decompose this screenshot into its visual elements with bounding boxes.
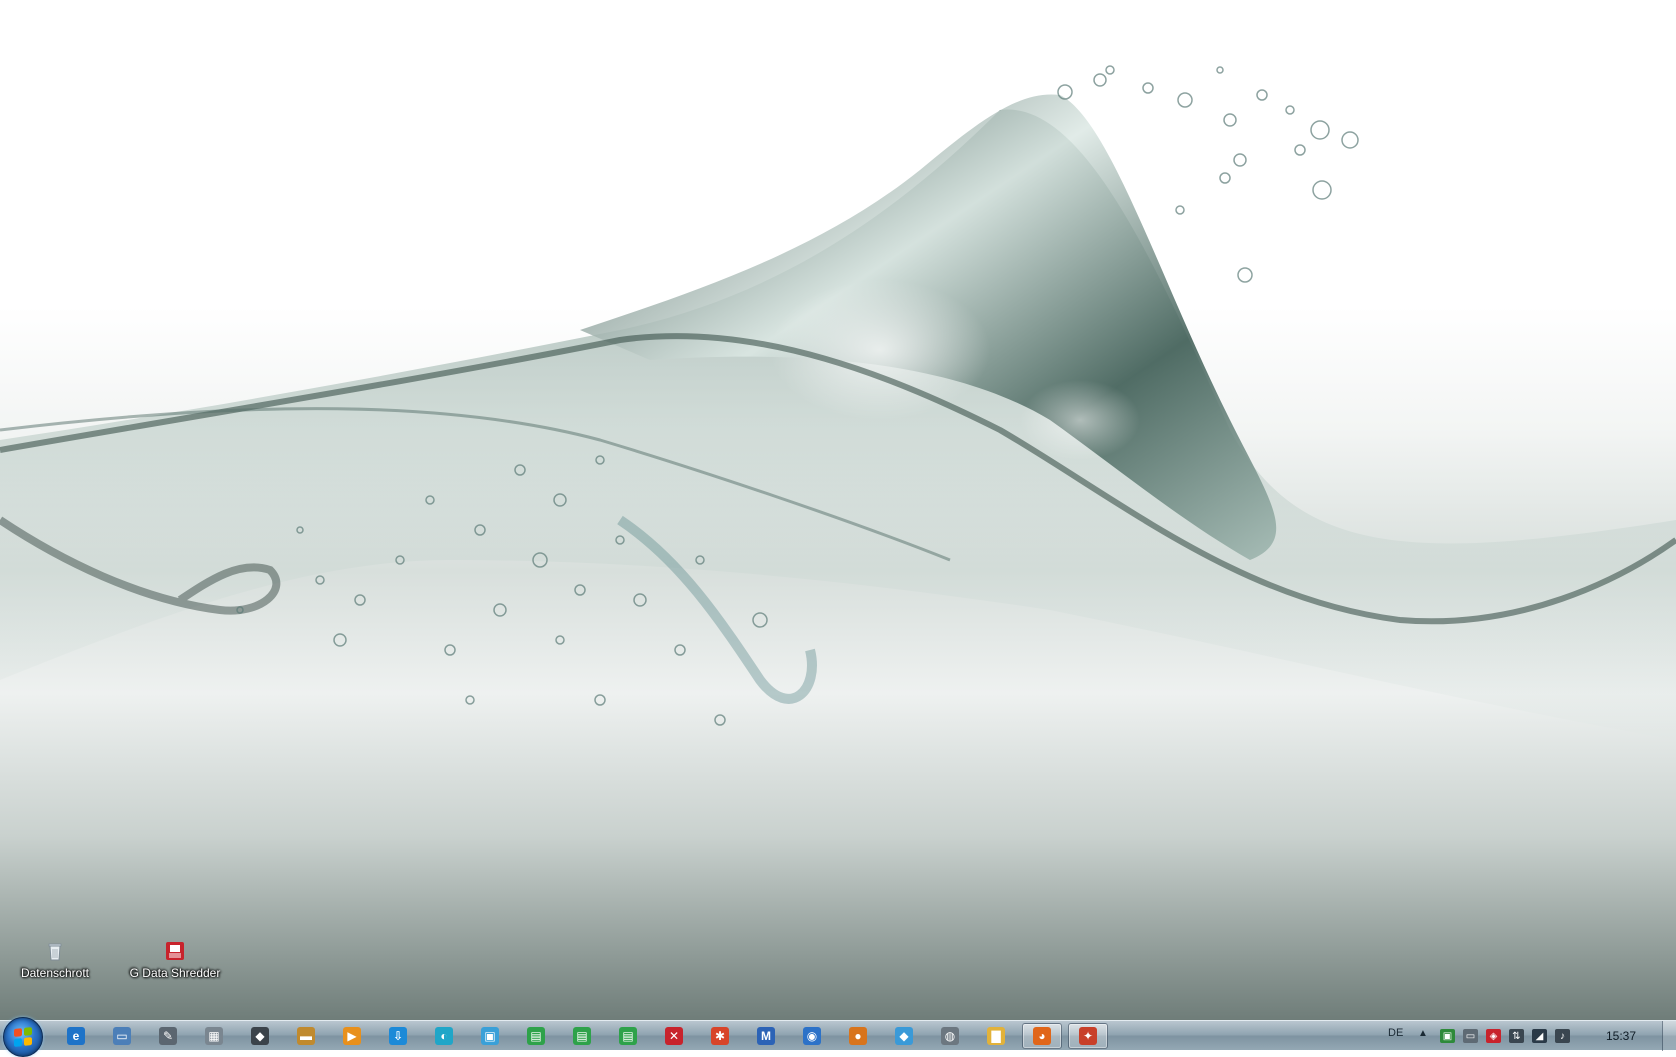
download-manager-icon: ⇩: [389, 1027, 407, 1045]
taskbar-button-photo-viewer[interactable]: ▣: [470, 1023, 510, 1049]
green-app-3-icon: ▤: [619, 1027, 637, 1045]
green-app-2-icon: ▤: [573, 1027, 591, 1045]
taskbar-button-green-app-3[interactable]: ▤: [608, 1023, 648, 1049]
browser-globe-icon: ◐: [435, 1027, 453, 1045]
show-desktop-button[interactable]: [1662, 1021, 1676, 1051]
explorer-window-icon: ▭: [113, 1027, 131, 1045]
taskbar-button-file-explorer[interactable]: ▇: [976, 1023, 1016, 1049]
remote-display-icon[interactable]: ▭: [1463, 1029, 1478, 1043]
taskbar-button-green-app-1[interactable]: ▤: [516, 1023, 556, 1049]
mail-client-icon: M: [757, 1027, 775, 1045]
taskbar-button-calculator[interactable]: ▦: [194, 1023, 234, 1049]
taskbar-button-browser-globe[interactable]: ◐: [424, 1023, 464, 1049]
taskbar-button-active-app[interactable]: ✦: [1068, 1023, 1108, 1049]
document-editor-icon: ✎: [159, 1027, 177, 1045]
scanner-app-icon: ◍: [941, 1027, 959, 1045]
taskbar-button-folder-stack[interactable]: ▬: [286, 1023, 326, 1049]
disc-burner-icon: ●: [849, 1027, 867, 1045]
taskbar-button-red-x-app[interactable]: ✕: [654, 1023, 694, 1049]
media-player-icon: ▶: [343, 1027, 361, 1045]
taskbar: e ▭ ✎ ▦ ◆ ▬ ▶ ⇩ ◐ ▣ ▤ ▤ ▤ ✕ ✱ M ◉ ● ◆ ◍ ▇ ◕ ✦ DE ▲ ▣ ▭ ◈ ⇅ ◢ ♪ 15:3…: [0, 1017, 1676, 1057]
calculator-icon: ▦: [205, 1027, 223, 1045]
taskbar-button-media-tool[interactable]: ◆: [240, 1023, 280, 1049]
start-button[interactable]: [3, 1017, 43, 1057]
taskbar-button-document-editor[interactable]: ✎: [148, 1023, 188, 1049]
media-tool-icon: ◆: [251, 1027, 269, 1045]
desktop-icon-label: G Data Shredder: [129, 966, 221, 980]
taskbar-button-green-app-2[interactable]: ▤: [562, 1023, 602, 1049]
folder-stack-icon: ▬: [297, 1027, 315, 1045]
clock[interactable]: 15:37: [1606, 1029, 1636, 1043]
file-explorer-icon: ▇: [987, 1027, 1005, 1045]
internet-explorer-icon: e: [67, 1027, 85, 1045]
desktop-icon-recycle-bin[interactable]: Datenschrott: [0, 940, 110, 980]
active-app-icon: ✦: [1079, 1027, 1097, 1045]
paint-tool-icon: ✱: [711, 1027, 729, 1045]
taskbar-button-network-globe[interactable]: ◉: [792, 1023, 832, 1049]
taskbar-button-mail-client[interactable]: M: [746, 1023, 786, 1049]
shredder-icon: [166, 942, 184, 960]
desktop-icon-g-data-shredder[interactable]: G Data Shredder: [120, 940, 230, 980]
taskbar-button-paint-tool[interactable]: ✱: [700, 1023, 740, 1049]
taskbar-button-internet-explorer[interactable]: e: [56, 1023, 96, 1049]
water-wave-wallpaper: [0, 65, 1676, 740]
taskbar-button-download-manager[interactable]: ⇩: [378, 1023, 418, 1049]
performance-graph-icon[interactable]: ◢: [1532, 1029, 1547, 1043]
photo-viewer-icon: ▣: [481, 1027, 499, 1045]
desktop[interactable]: Datenschrott G Data Shredder: [0, 0, 1676, 1020]
network-monitor-icon[interactable]: ▣: [1440, 1029, 1455, 1043]
diamond-app-icon: ◆: [895, 1027, 913, 1045]
network-globe-icon: ◉: [803, 1027, 821, 1045]
recycle-bin-icon: [48, 943, 62, 961]
show-hidden-icons-arrow[interactable]: ▲: [1418, 1028, 1428, 1039]
taskbar-button-disc-burner[interactable]: ●: [838, 1023, 878, 1049]
desktop-icon-label: Datenschrott: [20, 966, 90, 980]
network-connection-icon[interactable]: ⇅: [1509, 1029, 1524, 1043]
taskbar-button-media-player[interactable]: ▶: [332, 1023, 372, 1049]
volume-icon[interactable]: ♪: [1555, 1029, 1570, 1043]
firefox-icon: ◕: [1033, 1027, 1051, 1045]
taskbar-button-scanner-app[interactable]: ◍: [930, 1023, 970, 1049]
taskbar-button-explorer-window[interactable]: ▭: [102, 1023, 142, 1049]
red-x-app-icon: ✕: [665, 1027, 683, 1045]
g-data-shield-icon[interactable]: ◈: [1486, 1029, 1501, 1043]
windows-logo-icon: [14, 1027, 32, 1047]
green-app-1-icon: ▤: [527, 1027, 545, 1045]
taskbar-button-diamond-app[interactable]: ◆: [884, 1023, 924, 1049]
taskbar-button-firefox[interactable]: ◕: [1022, 1023, 1062, 1049]
language-indicator[interactable]: DE: [1388, 1027, 1403, 1039]
